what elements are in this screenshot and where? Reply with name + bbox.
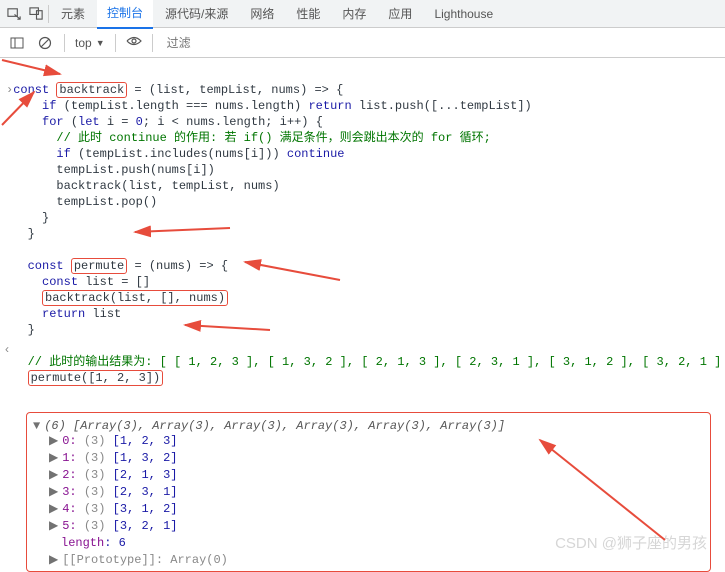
expand-icon[interactable]: ▶ [49, 519, 62, 533]
output-marker-icon: ‹ [0, 342, 14, 356]
highlight-call: backtrack(list, [], nums) [42, 290, 228, 306]
expand-icon[interactable]: ▶ [49, 502, 62, 516]
console-code[interactable]: ›const backtrack = (list, tempList, nums… [0, 58, 725, 408]
expand-icon[interactable]: ▶ [49, 434, 62, 448]
highlight-backtrack: backtrack [56, 82, 127, 98]
expand-icon[interactable]: ▶ [49, 553, 62, 567]
collapse-icon[interactable]: ▼ [33, 419, 44, 433]
expand-icon[interactable]: ▶ [49, 468, 62, 482]
device-icon[interactable] [26, 4, 46, 24]
tab-network[interactable]: 网络 [240, 0, 284, 28]
separator [64, 34, 65, 52]
separator [115, 34, 116, 52]
separator [48, 5, 49, 23]
watermark: CSDN @狮子座的男孩 [555, 532, 707, 553]
tab-console[interactable]: 控制台 [97, 0, 153, 29]
context-selector[interactable]: top ▼ [75, 36, 105, 50]
live-expression-icon[interactable] [126, 35, 142, 50]
separator [152, 34, 153, 52]
expand-icon[interactable]: › [6, 82, 13, 98]
tab-memory[interactable]: 内存 [332, 0, 376, 28]
tab-performance[interactable]: 性能 [286, 0, 330, 28]
expand-icon[interactable]: ▶ [49, 485, 62, 499]
filter-input[interactable] [163, 34, 717, 52]
tab-application[interactable]: 应用 [378, 0, 422, 28]
tab-sources[interactable]: 源代码/来源 [155, 0, 238, 28]
tab-lighthouse[interactable]: Lighthouse [424, 1, 503, 27]
expand-icon[interactable]: ▶ [49, 451, 62, 465]
sidebar-toggle-icon[interactable] [8, 34, 26, 52]
tab-elements[interactable]: 元素 [51, 0, 95, 28]
console-toolbar: top ▼ [0, 28, 725, 58]
highlight-invoke: permute([1, 2, 3]) [28, 370, 164, 386]
devtools-tabs: 元素 控制台 源代码/来源 网络 性能 内存 应用 Lighthouse [0, 0, 725, 28]
inspect-icon[interactable] [4, 4, 24, 24]
array-summary[interactable]: (6) [Array(3), Array(3), Array(3), Array… [44, 419, 505, 433]
clear-console-icon[interactable] [36, 34, 54, 52]
highlight-permute: permute [71, 258, 127, 274]
